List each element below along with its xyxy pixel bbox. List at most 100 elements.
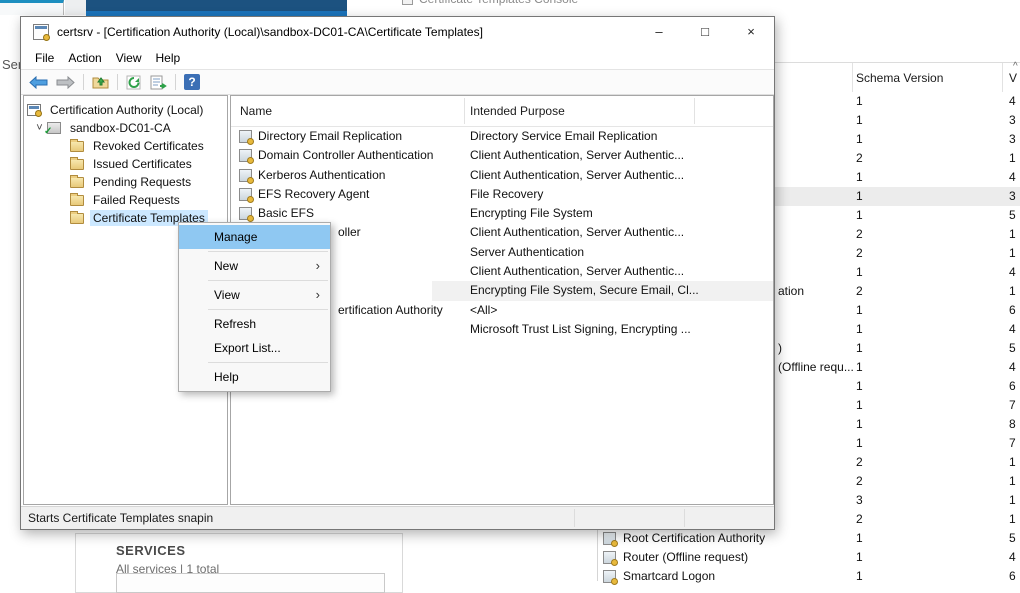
template-intended-purpose: Client Authentication, Server Authentic.…	[470, 223, 684, 242]
version-value: 3	[1009, 187, 1016, 206]
schema-version-value: 1	[856, 415, 863, 434]
version-value: 4	[1009, 358, 1016, 377]
template-row[interactable]: Directory Email Replication Directory Se…	[231, 127, 773, 146]
tree-item-icon	[70, 213, 84, 224]
background-table-row[interactable]: Root Certification Authority 1 5	[598, 529, 1020, 548]
template-row[interactable]: EFS Recovery Agent File Recovery	[231, 185, 773, 204]
schema-version-value: 1	[856, 567, 863, 586]
template-row[interactable]: Domain Controller Authentication Client …	[231, 146, 773, 165]
menu-separator	[208, 280, 328, 281]
template-intended-purpose: Encrypting File System, Secure Email, Cl…	[470, 281, 699, 300]
context-menu-item[interactable]: View ›	[179, 283, 330, 307]
version-value: 1	[1009, 225, 1016, 244]
refresh-icon[interactable]	[126, 75, 142, 90]
schema-version-value: 1	[856, 263, 863, 282]
schema-version-value: 2	[856, 510, 863, 529]
version-value: 6	[1009, 567, 1016, 586]
title-bar[interactable]: certsrv - [Certification Authority (Loca…	[21, 17, 774, 47]
version-value: 1	[1009, 472, 1016, 491]
close-button[interactable]: ×	[728, 17, 774, 46]
status-bar-divider	[574, 509, 575, 527]
schema-version-value: 1	[856, 396, 863, 415]
version-value: 1	[1009, 244, 1016, 263]
intended-purpose-column-header[interactable]: Intended Purpose	[470, 104, 565, 118]
background-table-row[interactable]: Router (Offline request) 1 4	[598, 548, 1020, 567]
context-menu-item[interactable]: Manage	[179, 225, 330, 249]
services-panel-title: SERVICES	[116, 543, 186, 558]
tree-item-label: Certification Authority (Local)	[47, 102, 206, 118]
version-value: 6	[1009, 377, 1016, 396]
tree-item[interactable]: Revoked Certificates	[24, 137, 227, 155]
tree-item-label: Revoked Certificates	[90, 138, 207, 154]
version-value: 7	[1009, 434, 1016, 453]
maximize-button[interactable]: □	[682, 17, 728, 46]
template-name-fragment: (Offline requ...	[778, 358, 854, 377]
schema-version-value: 1	[856, 187, 863, 206]
tree-item-icon	[70, 195, 84, 206]
version-value: 1	[1009, 149, 1016, 168]
version-value: 1	[1009, 453, 1016, 472]
background-table-row[interactable]: Smartcard Logon 1 6	[598, 567, 1020, 586]
template-row[interactable]: Basic EFS Encrypting File System	[231, 204, 773, 223]
tree-item-icon	[70, 159, 84, 170]
column-divider	[1002, 63, 1003, 92]
menu-bar-item[interactable]: File	[35, 51, 54, 65]
certsrv-app-icon	[33, 24, 49, 40]
template-name-fragment: oller	[338, 223, 361, 242]
tree-item[interactable]: Certification Authority (Local)	[24, 101, 227, 119]
tree-item[interactable]: ˅ sandbox-DC01-CA	[24, 119, 227, 137]
background-tab[interactable]	[0, 0, 64, 15]
template-name: EFS Recovery Agent	[258, 185, 369, 204]
help-icon[interactable]: ?	[184, 74, 200, 90]
tree-item[interactable]: Pending Requests	[24, 173, 227, 191]
context-menu-item-label: View	[214, 288, 240, 302]
tree-item-icon	[70, 141, 84, 152]
tree-item[interactable]: Issued Certificates	[24, 155, 227, 173]
services-panel: SERVICES All services | 1 total	[75, 533, 403, 593]
schema-version-value: 2	[856, 225, 863, 244]
version-column-header[interactable]: V	[1009, 71, 1017, 85]
version-value: 1	[1009, 510, 1016, 529]
context-menu-item[interactable]: Export List...	[179, 336, 330, 360]
back-icon[interactable]	[29, 76, 48, 89]
toolbar-separator	[117, 74, 118, 90]
name-column-header[interactable]: Name	[240, 104, 272, 118]
context-menu-item[interactable]: Refresh	[179, 312, 330, 336]
template-intended-purpose: Server Authentication	[470, 243, 584, 262]
context-menu-item-label: Manage	[214, 230, 257, 244]
template-name: Domain Controller Authentication	[258, 146, 433, 165]
schema-version-column-header[interactable]: Schema Version	[856, 71, 943, 85]
schema-version-value: 1	[856, 320, 863, 339]
certificate-template-icon	[239, 169, 252, 182]
tree-item[interactable]: Failed Requests	[24, 191, 227, 209]
template-name: Kerberos Authentication	[258, 166, 385, 185]
menu-bar-item[interactable]: Help	[156, 51, 181, 65]
certificate-template-icon	[603, 551, 616, 564]
version-value: 4	[1009, 548, 1016, 567]
show-parent-folder-icon[interactable]	[92, 75, 109, 89]
console-root-label: Certificate Templates Console	[402, 0, 578, 6]
column-divider[interactable]	[694, 98, 695, 124]
context-menu-item-label: Help	[214, 370, 239, 384]
template-name-fragment: ertification Authority	[338, 301, 443, 320]
template-name: Basic EFS	[258, 204, 314, 223]
menu-bar-item[interactable]: View	[116, 51, 142, 65]
menu-bar-item[interactable]: Action	[68, 51, 101, 65]
column-divider[interactable]	[464, 98, 465, 124]
toolbar-separator	[83, 74, 84, 90]
minimize-button[interactable]: –	[636, 17, 682, 46]
template-name-fragment: ation	[778, 282, 804, 301]
tree-item-icon	[47, 122, 61, 134]
schema-version-value: 1	[856, 339, 863, 358]
context-menu-item[interactable]: Help	[179, 365, 330, 389]
export-list-icon[interactable]	[150, 75, 167, 90]
template-name: Router (Offline request)	[623, 548, 748, 567]
forward-icon[interactable]	[56, 76, 75, 89]
template-row[interactable]: Kerberos Authentication Client Authentic…	[231, 166, 773, 185]
schema-version-value: 2	[856, 472, 863, 491]
context-menu-item[interactable]: New ›	[179, 254, 330, 278]
schema-version-value: 2	[856, 453, 863, 472]
toolbar-separator	[175, 74, 176, 90]
schema-version-value: 1	[856, 434, 863, 453]
menu-separator	[208, 362, 328, 363]
